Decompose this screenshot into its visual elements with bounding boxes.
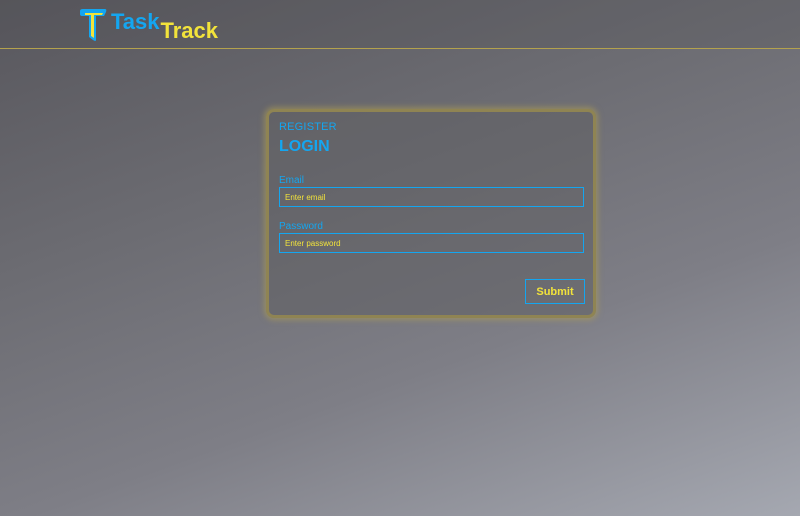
password-field[interactable] bbox=[279, 233, 584, 253]
t-logo-icon bbox=[80, 9, 107, 41]
email-field[interactable] bbox=[279, 187, 584, 207]
email-label: Email bbox=[279, 175, 305, 186]
register-link[interactable]: REGISTER bbox=[279, 121, 337, 133]
login-title: LOGIN bbox=[279, 138, 330, 155]
submit-button[interactable]: Submit bbox=[525, 279, 585, 304]
password-label: Password bbox=[279, 221, 323, 232]
top-header: Task Track bbox=[0, 0, 800, 49]
logo-word-task: Task bbox=[111, 9, 160, 34]
app-logo[interactable]: Task Track bbox=[78, 8, 218, 44]
logo-word-track: Track bbox=[160, 18, 219, 43]
login-card: REGISTER LOGIN Email Password Submit bbox=[266, 109, 596, 318]
